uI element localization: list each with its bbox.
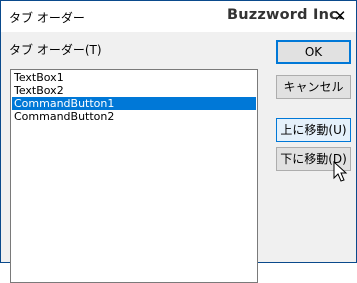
move-up-button[interactable]: 上に移動(U)	[276, 118, 351, 142]
title-bar[interactable]: タブ オーダー Buzzword Inc. ✕	[1, 1, 356, 32]
ok-button[interactable]: OK	[276, 40, 351, 64]
tab-order-label: タブ オーダー(T)	[9, 43, 102, 57]
list-item-selected[interactable]: CommandButton1	[12, 97, 256, 110]
dialog-body: タブ オーダー(T) TextBox1 TextBox2 CommandButt…	[1, 32, 356, 283]
tab-order-listbox[interactable]: TextBox1 TextBox2 CommandButton1 Command…	[10, 69, 258, 283]
tab-order-dialog: タブ オーダー Buzzword Inc. ✕ タブ オーダー(T) TextB…	[0, 0, 357, 283]
cancel-button[interactable]: キャンセル	[276, 75, 351, 99]
close-icon[interactable]: ✕	[327, 4, 353, 28]
list-item[interactable]: TextBox1	[12, 71, 256, 84]
window-title: タブ オーダー	[9, 11, 85, 25]
mouse-pointer-icon	[333, 161, 348, 182]
list-item[interactable]: CommandButton2	[12, 110, 256, 123]
list-item[interactable]: TextBox2	[12, 84, 256, 97]
